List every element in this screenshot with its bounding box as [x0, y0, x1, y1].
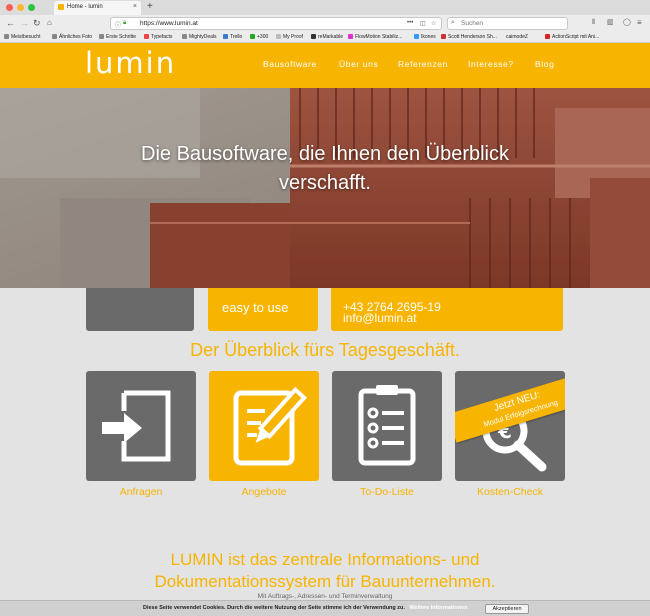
url-bar[interactable]: ⓘ 🔒︎ https://www.lumin.at ••• ◫ ☆ [110, 17, 442, 30]
tab-bar: Home - lumin × + [0, 0, 650, 15]
card-label-kosten-check[interactable]: Kosten-Check [455, 486, 565, 498]
card-label-angebote[interactable]: Angebote [209, 486, 319, 498]
bookmark-item[interactable]: FlowMotion Stabiliz... [348, 34, 402, 40]
sign-in-icon [102, 390, 171, 462]
bookmark-item[interactable]: MightyDeals [182, 34, 217, 40]
section-title: Der Überblick fürs Tagesgeschäft. [190, 340, 460, 360]
nav-ueber-uns[interactable]: Über uns [339, 59, 378, 69]
hero-line-1: Die Bausoftware, die Ihnen den Überblick [141, 143, 509, 165]
bookmark-item[interactable]: reMarkable [311, 34, 343, 40]
reload-icon[interactable]: ↻ [33, 17, 41, 29]
pocket-icon[interactable]: ◫ [420, 20, 426, 27]
card-angebote[interactable] [209, 371, 319, 481]
bookmark-star-icon[interactable]: ☆ [431, 20, 436, 27]
lead-heading: LUMIN ist das zentrale Informations- und… [0, 549, 650, 593]
sub-text: Mit Auftrags-, Adressen- und Terminverwa… [257, 593, 393, 600]
card-label-todo[interactable]: To-Do-Liste [332, 486, 442, 498]
nav-interesse[interactable]: Interesse? [468, 59, 514, 69]
lead-line-2: Dokumentationssystem für Bauunternehmen. [154, 572, 496, 591]
nav-toolbar: ← → ↻ ⌂ ⓘ 🔒︎ https://www.lumin.at ••• ◫ … [0, 15, 650, 32]
bookmark-item[interactable]: Typefacts [144, 34, 172, 40]
menu-icon[interactable]: ≡ [637, 17, 642, 29]
email-text[interactable]: info@lumin.at [343, 312, 417, 324]
strip-box-contact: +43 2764 2695-19 info@lumin.at [331, 288, 563, 331]
card-anfragen[interactable] [86, 371, 196, 481]
hero-headline: Die Bausoftware, die Ihnen den Überblick… [0, 140, 650, 198]
nav-referenzen[interactable]: Referenzen [398, 59, 448, 69]
bookmark-item[interactable]: Trello [223, 34, 242, 40]
search-icon: ⌕ [451, 19, 455, 26]
forward-icon[interactable]: → [20, 17, 29, 29]
strip-box-gray [86, 288, 194, 331]
cookie-banner: Diese Seite verwendet Cookies. Durch die… [0, 600, 650, 616]
card-label-anfragen[interactable]: Anfragen [86, 486, 196, 498]
bookmark-item[interactable]: Meistbesucht [4, 34, 40, 40]
more-icon[interactable]: ••• [407, 20, 413, 26]
favicon-icon [58, 4, 64, 10]
clipboard-list-icon [358, 385, 416, 466]
site-logo[interactable]: lumin [85, 46, 176, 80]
tab-title: Home - lumin [67, 4, 103, 10]
nav-blog[interactable]: Blog [535, 59, 554, 69]
site-header: lumin Bausoftware Über uns Referenzen In… [0, 43, 650, 88]
home-icon[interactable]: ⌂ [47, 17, 52, 29]
close-window-button[interactable] [6, 4, 13, 11]
search-placeholder: Suchen [461, 20, 484, 27]
reader-icon[interactable]: ◯ [623, 17, 631, 29]
tab-close-icon[interactable]: × [133, 3, 137, 10]
website: lumin Bausoftware Über uns Referenzen In… [0, 43, 650, 616]
bookmarks-bar: Meistbesucht Ähnliches Foto Erste Schrit… [0, 32, 650, 43]
back-icon[interactable]: ← [6, 17, 15, 29]
minimize-window-button[interactable] [17, 4, 24, 11]
bookmark-item[interactable]: Ikones [414, 34, 436, 40]
strip-box-easy: easy to use [208, 288, 318, 331]
hero-line-2: verschafft. [279, 172, 371, 194]
cookie-accept-button[interactable]: Akzeptieren [485, 604, 529, 614]
bookmark-item[interactable]: Erste Schritte [99, 34, 136, 40]
search-input[interactable]: ⌕ Suchen [447, 17, 568, 30]
edit-document-icon [233, 386, 308, 466]
cookie-text: Diese Seite verwendet Cookies. Durch die… [143, 605, 405, 611]
lock-icon: 🔒︎ [123, 20, 127, 26]
cookie-more-link[interactable]: Weitere Informationen [409, 605, 467, 611]
card-todo[interactable] [332, 371, 442, 481]
hero-banner: Die Bausoftware, die Ihnen den Überblick… [0, 88, 650, 288]
maximize-window-button[interactable] [28, 4, 35, 11]
new-tab-button[interactable]: + [147, 1, 153, 12]
library-icon[interactable]: ⫴ [592, 17, 595, 29]
browser-chrome: Home - lumin × + ← → ↻ ⌂ ⓘ 🔒︎ https://ww… [0, 0, 650, 43]
info-icon[interactable]: ⓘ [115, 20, 121, 29]
bookmark-item[interactable]: Scott Henderson Sh... [441, 34, 497, 40]
nav-bausoftware[interactable]: Bausoftware [263, 59, 317, 69]
sidebar-icon[interactable]: ▥ [607, 17, 614, 29]
bookmark-item[interactable]: ActionScript mit Ani... [545, 34, 599, 40]
url-text: https://www.lumin.at [140, 20, 198, 27]
tab-home[interactable]: Home - lumin × [54, 1, 141, 15]
bookmark-item[interactable]: Ähnliches Foto [52, 34, 92, 40]
easy-to-use-text: easy to use [222, 300, 289, 315]
bookmark-item[interactable]: +300 [250, 34, 268, 40]
lead-line-1: LUMIN ist das zentrale Informations- und [170, 550, 480, 569]
card-kosten-check[interactable]: € Jetzt NEU: Modul Erfolgsrechnung [455, 371, 565, 481]
bookmark-item[interactable]: My Proof [276, 34, 303, 40]
bookmark-item[interactable]: caimodeZ [506, 34, 528, 40]
